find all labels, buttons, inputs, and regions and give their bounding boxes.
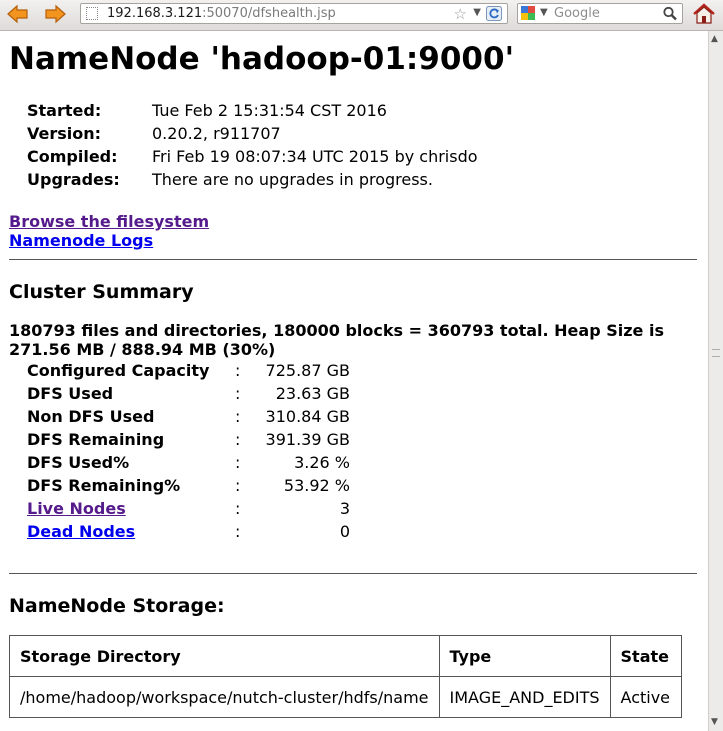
back-button[interactable] <box>5 3 31 25</box>
namenode-info-table: Started: Tue Feb 2 15:31:54 CST 2016 Ver… <box>27 101 527 193</box>
summary-separator: : <box>235 407 241 426</box>
summary-separator: : <box>235 522 241 541</box>
summary-value: 310.84 GB <box>265 407 350 426</box>
storage-table: Storage Directory Type State /home/hadoo… <box>9 635 682 718</box>
summary-row-dfs-remaining: DFS Remaining : 391.39 GB <box>27 430 357 453</box>
reload-icon[interactable] <box>486 6 502 21</box>
info-value: Fri Feb 19 08:07:34 UTC 2015 by chrisdo <box>152 147 478 166</box>
summary-value: 0 <box>339 522 350 541</box>
cluster-summary-heading: Cluster Summary <box>9 281 194 303</box>
search-magnifier-icon[interactable] <box>662 6 678 21</box>
table-row: /home/hadoop/workspace/nutch-cluster/hdf… <box>9 676 682 718</box>
summary-value: 725.87 GB <box>265 361 350 380</box>
summary-separator: : <box>235 384 241 403</box>
namenode-storage-heading: NameNode Storage: <box>9 595 225 617</box>
table-header-row: Storage Directory Type State <box>9 635 682 677</box>
back-arrow-icon <box>7 4 28 24</box>
column-header: State <box>609 635 682 677</box>
search-input[interactable] <box>554 4 654 23</box>
scroll-down-icon[interactable]: ▼ <box>711 717 718 727</box>
summary-separator: : <box>235 361 241 380</box>
info-label: Upgrades: <box>27 170 120 189</box>
info-row-version: Version: 0.20.2, r911707 <box>27 124 527 147</box>
summary-label: DFS Remaining <box>27 430 165 449</box>
summary-separator: : <box>235 453 241 472</box>
dead-nodes-link[interactable]: Dead Nodes <box>27 522 135 541</box>
home-button[interactable] <box>691 2 717 26</box>
browser-toolbar: 192.168.3.121:50070/dfshealth.jsp ☆ ▼ ▼ <box>0 0 723 31</box>
column-header: Storage Directory <box>9 635 440 677</box>
site-identity-icon[interactable] <box>86 7 98 20</box>
summary-value: 23.63 GB <box>275 384 350 403</box>
page-title: NameNode 'hadoop-01:9000' <box>9 41 515 77</box>
summary-separator: : <box>235 476 241 495</box>
summary-separator: : <box>235 499 241 518</box>
summary-label: DFS Used <box>27 384 114 403</box>
info-value: 0.20.2, r911707 <box>152 124 281 143</box>
search-bar[interactable]: ▼ <box>517 3 683 24</box>
browse-filesystem-link[interactable]: Browse the filesystem <box>9 212 209 231</box>
page-content: NameNode 'hadoop-01:9000' Started: Tue F… <box>0 31 708 731</box>
url-dropdown-icon[interactable]: ▼ <box>473 7 481 18</box>
summary-value: 53.92 % <box>283 476 350 495</box>
url-bar[interactable]: 192.168.3.121:50070/dfshealth.jsp ☆ ▼ <box>80 3 508 24</box>
summary-label: Non DFS Used <box>27 407 155 426</box>
summary-label: Configured Capacity <box>27 361 210 380</box>
table-cell: /home/hadoop/workspace/nutch-cluster/hdf… <box>9 676 440 718</box>
summary-value: 3 <box>339 499 350 518</box>
info-value: Tue Feb 2 15:31:54 CST 2016 <box>152 101 387 120</box>
info-value: There are no upgrades in progress. <box>152 170 433 189</box>
forward-arrow-icon <box>45 4 66 24</box>
section-divider <box>9 573 697 574</box>
vertical-scrollbar[interactable]: ▲ ▼ <box>708 31 723 731</box>
table-cell: Active <box>609 676 682 718</box>
summary-value: 3.26 % <box>294 453 350 472</box>
heap-summary-text: 180793 files and directories, 180000 blo… <box>9 321 664 359</box>
summary-label: DFS Remaining% <box>27 476 181 495</box>
forward-button[interactable] <box>42 3 68 25</box>
home-icon <box>693 3 715 24</box>
summary-row-dead-nodes: Dead Nodes : 0 <box>27 522 357 545</box>
info-label: Started: <box>27 101 102 120</box>
url-path: :50070/dfshealth.jsp <box>202 6 336 21</box>
table-cell: IMAGE_AND_EDITS <box>438 676 611 718</box>
summary-row-live-nodes: Live Nodes : 3 <box>27 499 357 522</box>
scroll-thumb[interactable] <box>712 349 720 357</box>
info-row-compiled: Compiled: Fri Feb 19 08:07:34 UTC 2015 b… <box>27 147 527 170</box>
live-nodes-link[interactable]: Live Nodes <box>27 499 126 518</box>
summary-row-dfs-used: DFS Used : 23.63 GB <box>27 384 357 407</box>
namenode-logs-link[interactable]: Namenode Logs <box>9 231 153 250</box>
info-label: Compiled: <box>27 147 118 166</box>
url-text[interactable]: 192.168.3.121:50070/dfshealth.jsp <box>107 6 336 22</box>
summary-value: 391.39 GB <box>265 430 350 449</box>
google-engine-icon[interactable] <box>521 6 535 20</box>
cluster-summary-table: Configured Capacity : 725.87 GB DFS Used… <box>27 361 357 545</box>
summary-row-dfs-used-percent: DFS Used% : 3.26 % <box>27 453 357 476</box>
summary-row-configured-capacity: Configured Capacity : 725.87 GB <box>27 361 357 384</box>
bookmark-star-icon[interactable]: ☆ <box>454 5 467 23</box>
scroll-up-icon[interactable]: ▲ <box>711 34 718 44</box>
search-engine-dropdown-icon[interactable]: ▼ <box>540 7 548 18</box>
info-row-started: Started: Tue Feb 2 15:31:54 CST 2016 <box>27 101 527 124</box>
summary-row-non-dfs-used: Non DFS Used : 310.84 GB <box>27 407 357 430</box>
url-host: 192.168.3.121 <box>107 6 203 21</box>
info-label: Version: <box>27 124 102 143</box>
info-row-upgrades: Upgrades: There are no upgrades in progr… <box>27 170 527 193</box>
summary-row-dfs-remaining-percent: DFS Remaining% : 53.92 % <box>27 476 357 499</box>
summary-separator: : <box>235 430 241 449</box>
column-header: Type <box>438 635 611 677</box>
summary-label: DFS Used% <box>27 453 130 472</box>
section-divider <box>9 259 697 260</box>
